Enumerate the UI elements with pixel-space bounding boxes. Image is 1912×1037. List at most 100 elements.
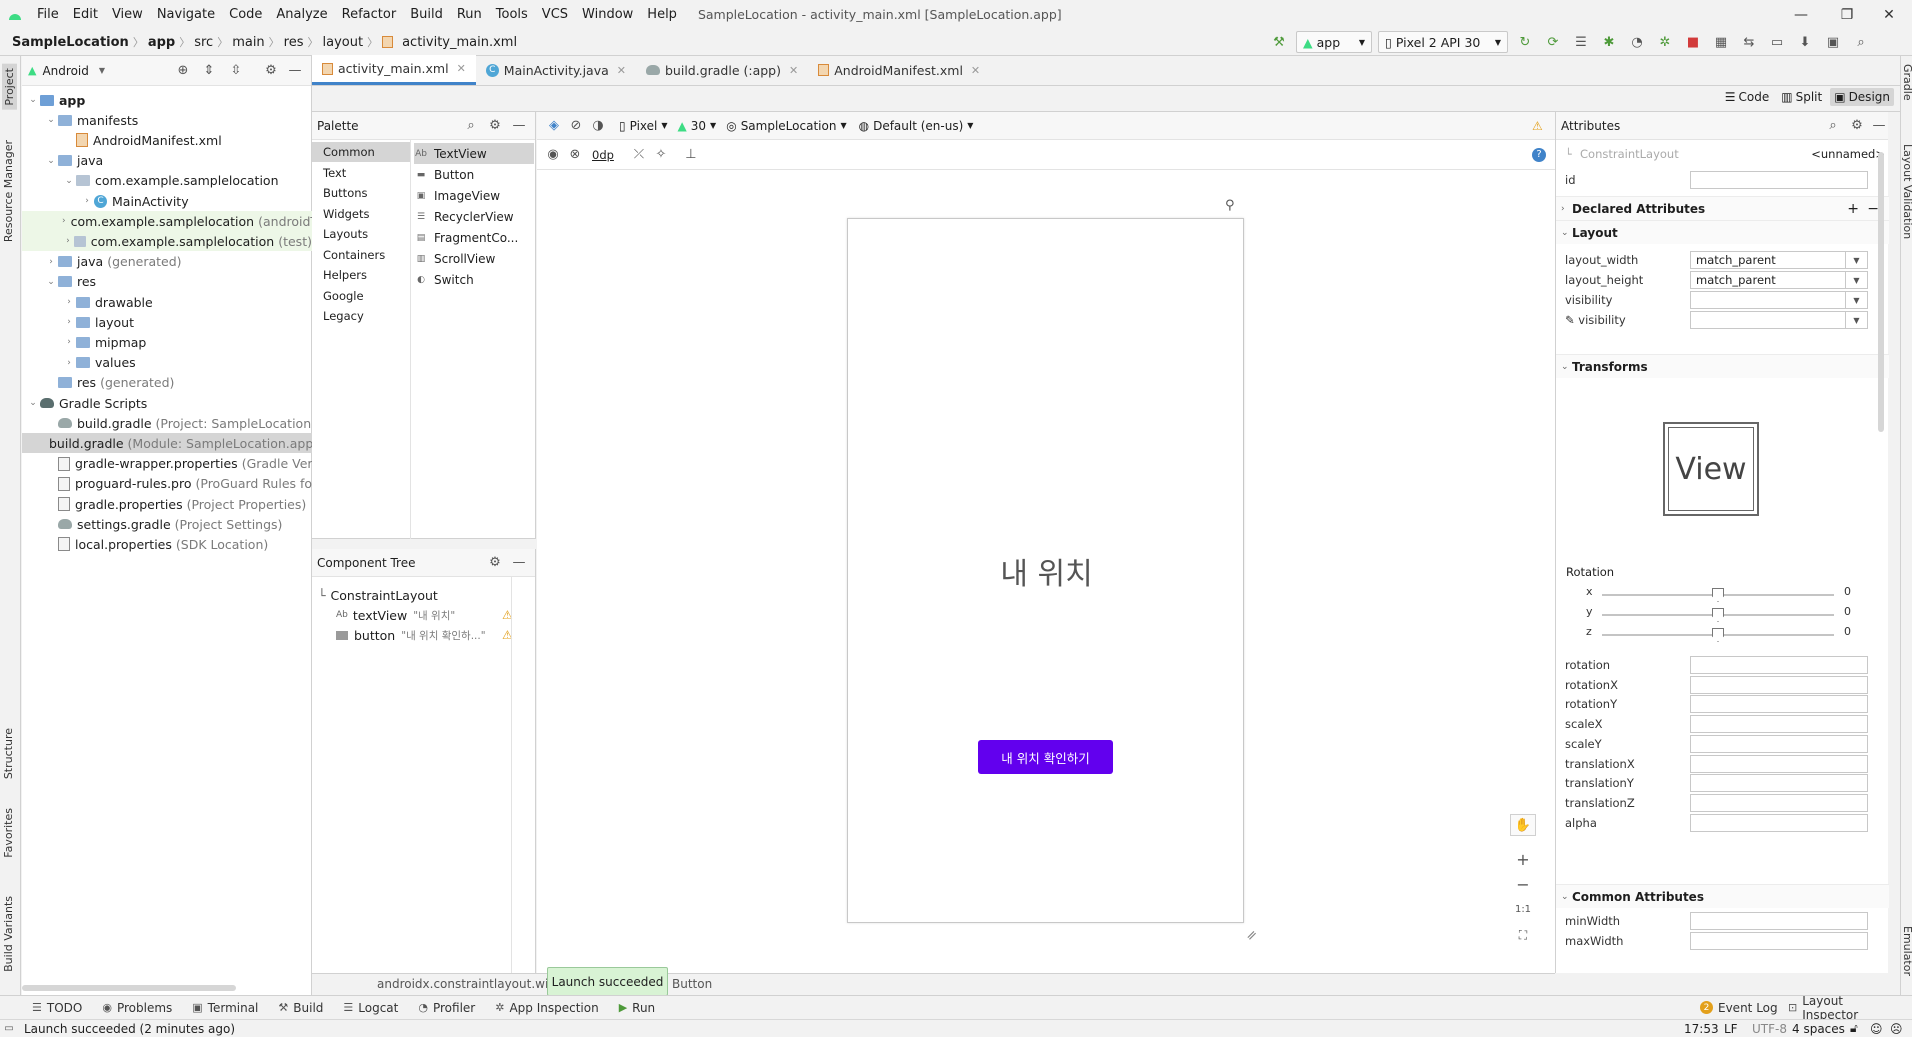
zoom-in-icon[interactable]: + — [1510, 848, 1536, 870]
menu-analyze[interactable]: Analyze — [269, 7, 334, 22]
attribute-dropdown[interactable]: match_parent ▼ — [1690, 251, 1868, 269]
project-tool-tab[interactable]: Project — [2, 64, 17, 110]
project-tree-item[interactable]: local.properties (SDK Location) — [44, 534, 268, 554]
project-tree-item[interactable]: › mipmap — [62, 332, 146, 352]
chevron-down-icon[interactable]: ⌄ — [26, 398, 40, 408]
chevron-right-icon[interactable]: › — [62, 236, 74, 246]
attribute-field[interactable] — [1690, 754, 1868, 773]
chevron-right-icon[interactable]: › — [62, 337, 76, 347]
feedback-icon[interactable]: ☹ — [1890, 1022, 1903, 1036]
gear-icon[interactable]: ⚙ — [260, 60, 282, 82]
line-separator[interactable]: LF — [1724, 1022, 1738, 1036]
close-tab-icon[interactable]: ✕ — [617, 64, 626, 77]
palette-category[interactable]: Containers — [312, 245, 410, 265]
attribute-dropdown[interactable]: ▼ — [1690, 291, 1868, 309]
slider-thumb[interactable] — [1712, 628, 1724, 642]
rerun-icon[interactable]: ↻ — [1514, 31, 1536, 53]
infer-constraints-icon[interactable]: ✧ — [650, 144, 672, 166]
breadcrumb-layout[interactable]: layout — [319, 35, 368, 50]
chevron-right-icon[interactable]: › — [80, 196, 94, 206]
tree-button[interactable]: button "내 위치 확인하..." ⚠ — [336, 625, 516, 645]
palette-category[interactable]: Buttons — [312, 183, 410, 203]
project-tree-item[interactable]: ⌄ res — [44, 272, 96, 292]
chevron-down-icon[interactable]: ▼ — [1845, 292, 1867, 308]
menu-run[interactable]: Run — [450, 7, 489, 22]
project-tree-item[interactable]: build.gradle (Module: SampleLocation.app — [22, 433, 313, 454]
project-tree-item[interactable]: gradle-wrapper.properties (Gradle Version… — [44, 454, 343, 474]
menu-window[interactable]: Window — [575, 7, 640, 22]
component-path[interactable]: androidx.constraintlayout.widge — [377, 977, 571, 991]
palette-category[interactable]: Google — [312, 286, 410, 306]
guidelines-icon[interactable]: ⊥ — [680, 144, 702, 166]
close-tab-icon[interactable]: ✕ — [789, 64, 798, 77]
build-variants-tool-tab[interactable]: Build Variants — [2, 896, 15, 972]
clear-constraints-icon[interactable]: ⤫ — [628, 144, 650, 166]
resource-manager-tool-tab[interactable]: Resource Manager — [2, 140, 15, 242]
caret-position[interactable]: 17:53 — [1684, 1022, 1719, 1036]
common-attributes-section[interactable]: ⌄ Common Attributes — [1556, 884, 1889, 908]
tab-build-gradle[interactable]: build.gradle (:app) ✕ — [636, 55, 808, 85]
project-tree-item[interactable]: settings.gradle (Project Settings) — [44, 514, 282, 534]
theme-dropdown[interactable]: ◎ SampleLocation ▼ — [726, 119, 846, 133]
breadcrumb-main[interactable]: main — [228, 35, 268, 50]
palette-item[interactable]: ▬ Button — [414, 164, 474, 185]
chevron-down-icon[interactable]: ⌄ — [26, 95, 40, 105]
slider-thumb[interactable] — [1712, 608, 1724, 622]
device-select[interactable]: ▯ Pixel 2 API 30 ▼ — [1378, 31, 1508, 53]
chevron-down-icon[interactable]: ⌄ — [44, 156, 58, 166]
chevron-down-icon[interactable]: ▼ — [99, 66, 105, 75]
menu-refactor[interactable]: Refactor — [335, 7, 404, 22]
chevron-right-icon[interactable]: › — [62, 358, 76, 368]
project-tree-item[interactable]: gradle.properties (Project Properties) — [44, 494, 306, 514]
todo-tab[interactable]: ☰ TODO — [22, 1001, 92, 1015]
locate-icon[interactable]: ⊕ — [172, 60, 194, 82]
phone-preview[interactable]: 내 위치 내 위치 확인하기 — [847, 218, 1244, 923]
project-tree-item[interactable]: › java (generated) — [44, 252, 181, 272]
minimize-icon[interactable]: — — [1778, 0, 1824, 29]
view-options-icon[interactable]: ◉ — [542, 144, 564, 166]
status-toggle-icon[interactable]: ▭ — [0, 1021, 18, 1037]
project-tree-item[interactable]: › values — [62, 353, 135, 373]
file-encoding[interactable]: UTF-8 — [1752, 1022, 1787, 1036]
project-tree-item[interactable]: › com.example.samplelocation (test) — [22, 231, 312, 252]
structure-tool-tab[interactable]: Structure — [2, 728, 15, 779]
project-tree-item[interactable]: › C MainActivity — [80, 191, 188, 211]
collapse-all-icon[interactable]: ⇳ — [225, 60, 247, 82]
project-tree-item[interactable]: AndroidManifest.xml — [62, 130, 222, 150]
tab-activity-main[interactable]: activity_main.xml ✕ — [312, 55, 476, 85]
gear-icon[interactable]: ⚙ — [484, 115, 506, 137]
preview-textview[interactable]: 내 위치 — [848, 549, 1245, 593]
hide-icon[interactable]: — — [508, 115, 530, 137]
layout-inspector-tab[interactable]: ⊡ Layout Inspector — [1778, 994, 1912, 1022]
locale-dropdown[interactable]: ◍ Default (en-us) ▼ — [859, 119, 974, 133]
palette-item[interactable]: ▣ ImageView — [414, 185, 500, 206]
palette-item[interactable]: ◐ Switch — [414, 269, 474, 290]
problems-tab[interactable]: ◉ Problems — [92, 1001, 182, 1015]
palette-item[interactable]: ▤ FragmentCo... — [414, 227, 519, 248]
breadcrumb-res[interactable]: res — [280, 35, 308, 50]
component-path-leaf[interactable]: Button — [672, 977, 712, 991]
breadcrumb-file[interactable]: activity_main.xml — [398, 35, 521, 50]
menu-tools[interactable]: Tools — [489, 7, 535, 22]
event-log-tab[interactable]: 2 Event Log — [1690, 1001, 1788, 1015]
apply-code-changes-icon[interactable]: ☰ — [1570, 31, 1592, 53]
gear-icon[interactable]: ⚙ — [1846, 115, 1868, 137]
avd-manager-icon[interactable]: ▭ — [1766, 31, 1788, 53]
attribute-field[interactable] — [1690, 912, 1868, 930]
sync-gradle-icon[interactable]: ⇆ — [1738, 31, 1760, 53]
project-structure-icon[interactable]: ▦ — [1710, 31, 1732, 53]
default-margin[interactable]: 0dp — [592, 148, 614, 162]
chevron-right-icon[interactable]: › — [62, 297, 76, 307]
warning-icon[interactable]: ⚠ — [1532, 119, 1543, 133]
search-everywhere-icon[interactable]: ⌕ — [1850, 31, 1872, 53]
project-tree-item[interactable]: ⌄ com.example.samplelocation — [62, 171, 278, 191]
tab-main-activity[interactable]: C MainActivity.java ✕ — [476, 55, 636, 85]
apply-changes-icon[interactable]: ⟳ — [1542, 31, 1564, 53]
menu-vcs[interactable]: VCS — [535, 7, 575, 22]
breadcrumb-project[interactable]: SampleLocation — [0, 35, 133, 50]
rotation-slider[interactable]: x0 — [1556, 585, 1889, 605]
gradle-tool-tab[interactable]: Gradle — [1901, 64, 1912, 101]
api-dropdown[interactable]: ▲ 30 ▼ — [678, 119, 717, 133]
preview-button[interactable]: 내 위치 확인하기 — [978, 740, 1113, 774]
add-icon[interactable]: + — [1847, 201, 1859, 217]
